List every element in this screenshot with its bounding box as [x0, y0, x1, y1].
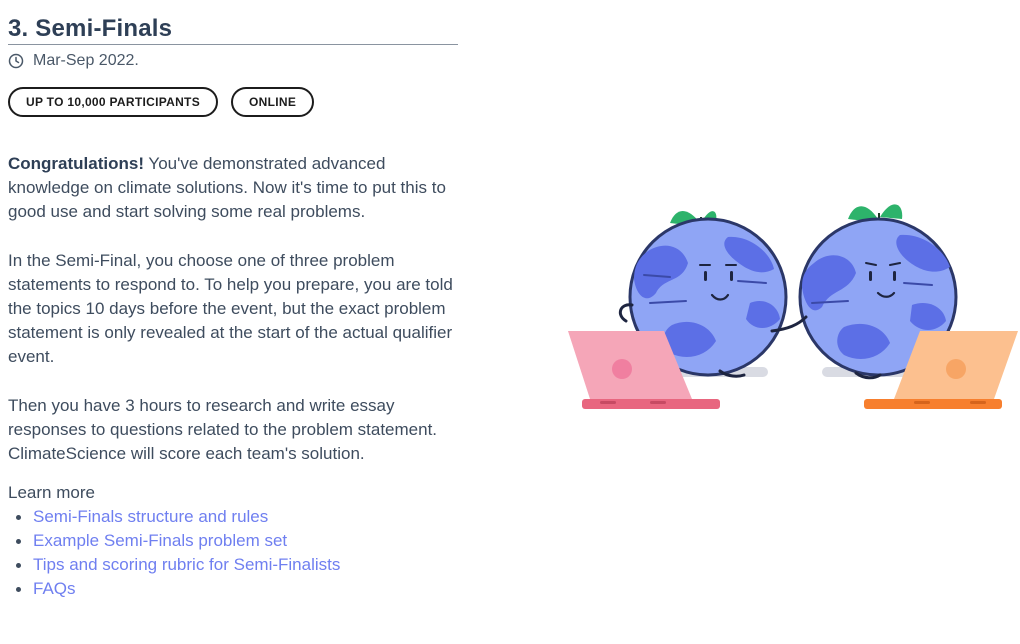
- list-item: FAQs: [16, 577, 458, 601]
- structure-rules-link[interactable]: Semi-Finals structure and rules: [33, 507, 268, 526]
- page-title: 3. Semi-Finals: [8, 15, 173, 42]
- badge-row: UP TO 10,000 PARTICIPANTS ONLINE: [8, 87, 458, 117]
- clock-icon: [8, 53, 24, 69]
- content-column: 3. Semi-Finals Mar-Sep 2022. UP TO 10,00…: [8, 0, 458, 601]
- bullet-icon: [16, 515, 21, 521]
- example-problem-set-link[interactable]: Example Semi-Finals problem set: [33, 531, 287, 550]
- bullet-icon: [16, 587, 21, 593]
- globes-with-laptops-illustration: [568, 204, 1018, 409]
- intro-paragraph: Congratulations! You've demonstrated adv…: [8, 152, 458, 225]
- faqs-link[interactable]: FAQs: [33, 579, 76, 598]
- list-item: Example Semi-Finals problem set: [16, 529, 458, 553]
- tips-rubric-link[interactable]: Tips and scoring rubric for Semi-Finalis…: [33, 555, 340, 574]
- bullet-icon: [16, 563, 21, 569]
- learn-more-list: Semi-Finals structure and rules Example …: [8, 505, 458, 601]
- bullet-icon: [16, 539, 21, 545]
- scoring-paragraph: Then you have 3 hours to research and wr…: [8, 395, 438, 464]
- date-row: Mar-Sep 2022.: [8, 52, 458, 70]
- online-badge: ONLINE: [231, 87, 315, 117]
- list-item: Semi-Finals structure and rules: [16, 505, 458, 529]
- title-divider: [8, 44, 458, 45]
- page: 3. Semi-Finals Mar-Sep 2022. UP TO 10,00…: [0, 0, 1020, 644]
- list-item: Tips and scoring rubric for Semi-Finalis…: [16, 553, 458, 577]
- congrats-strong: Congratulations!: [8, 154, 144, 173]
- learn-more-label: Learn more: [8, 483, 95, 503]
- participants-badge: UP TO 10,000 PARTICIPANTS: [8, 87, 218, 117]
- date-text: Mar-Sep 2022.: [33, 52, 139, 69]
- semifinal-paragraph: In the Semi-Final, you choose one of thr…: [8, 250, 453, 367]
